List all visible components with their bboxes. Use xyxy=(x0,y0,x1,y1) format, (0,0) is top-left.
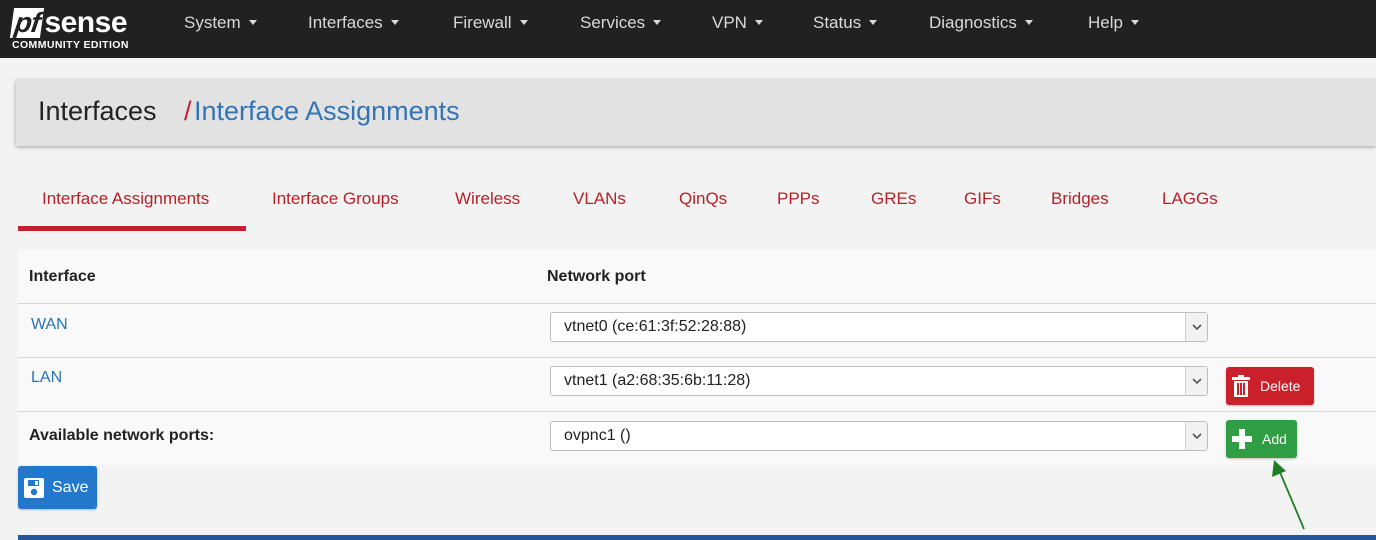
logo-pf: pf xyxy=(9,7,45,38)
select-value: vtnet1 (a2:68:35:6b:11:28) xyxy=(564,372,751,389)
page-title[interactable]: Interface Assignments xyxy=(194,96,460,127)
top-navbar: pf sense COMMUNITY EDITION System Interf… xyxy=(0,0,1376,58)
nav-label: Status xyxy=(813,13,862,32)
nav-label: VPN xyxy=(712,13,747,32)
row-divider xyxy=(18,303,1376,304)
network-port-select-available[interactable]: ovpnc1 () xyxy=(550,421,1208,451)
network-port-select-wan[interactable]: vtnet0 (ce:61:3f:52:28:88) xyxy=(550,312,1208,342)
tab-vlans[interactable]: VLANs xyxy=(573,178,626,220)
logo-edition: COMMUNITY EDITION xyxy=(12,39,129,51)
delete-label: Delete xyxy=(1260,378,1301,394)
nav-services-menu[interactable]: Services xyxy=(580,0,662,46)
nav-label: System xyxy=(184,13,241,32)
tab-gifs[interactable]: GIFs xyxy=(964,178,1001,220)
caret-down-icon xyxy=(1130,20,1139,26)
save-floppy-icon xyxy=(24,477,44,498)
plus-icon xyxy=(1232,429,1252,449)
column-header-network-port: Network port xyxy=(547,268,646,285)
caret-down-icon xyxy=(653,20,662,26)
add-label: Add xyxy=(1262,431,1287,447)
trash-icon xyxy=(1232,375,1250,397)
caret-down-icon xyxy=(1024,20,1033,26)
column-header-interface: Interface xyxy=(29,268,96,285)
available-ports-label: Available network ports: xyxy=(29,427,215,444)
nav-vpn-menu[interactable]: VPN xyxy=(712,0,763,46)
nav-firewall-menu[interactable]: Firewall xyxy=(453,0,528,46)
nav-label: Interfaces xyxy=(308,13,383,32)
chevron-down-icon xyxy=(1185,422,1207,450)
nav-help-menu[interactable]: Help xyxy=(1088,0,1139,46)
caret-down-icon xyxy=(519,20,528,26)
interface-assignments-table: Interface Network port WAN vtnet0 (ce:61… xyxy=(18,250,1376,465)
tab-interface-groups[interactable]: Interface Groups xyxy=(272,178,399,220)
row-divider xyxy=(18,357,1376,358)
tab-interface-assignments[interactable]: Interface Assignments xyxy=(42,178,209,220)
add-interface-button[interactable]: Add xyxy=(1226,420,1297,458)
interface-tabs: Interface Assignments Interface Groups W… xyxy=(18,178,1376,232)
caret-down-icon xyxy=(390,20,399,26)
logo-sense: sense xyxy=(44,6,128,39)
nav-system-menu[interactable]: System xyxy=(184,0,257,46)
interface-link-wan[interactable]: WAN xyxy=(31,316,68,334)
select-value: ovpnc1 () xyxy=(564,427,631,444)
breadcrumb-parent[interactable]: Interfaces xyxy=(38,96,157,127)
tab-gres[interactable]: GREs xyxy=(871,178,916,220)
tab-ppps[interactable]: PPPs xyxy=(777,178,820,220)
nav-label: Diagnostics xyxy=(929,13,1017,32)
nav-status-menu[interactable]: Status xyxy=(813,0,878,46)
logo-wordmark: pf sense xyxy=(9,4,128,39)
caret-down-icon xyxy=(869,20,878,26)
tab-qinqs[interactable]: QinQs xyxy=(679,178,727,220)
nav-label: Help xyxy=(1088,13,1123,32)
active-tab-indicator xyxy=(18,226,246,231)
nav-label: Firewall xyxy=(453,13,512,32)
delete-lan-button[interactable]: Delete xyxy=(1226,367,1314,405)
tab-laggs[interactable]: LAGGs xyxy=(1162,178,1218,220)
tab-wireless[interactable]: Wireless xyxy=(455,178,520,220)
interface-link-lan[interactable]: LAN xyxy=(31,369,62,387)
chevron-down-icon xyxy=(1185,367,1207,395)
save-label: Save xyxy=(52,478,89,496)
breadcrumb-separator: / xyxy=(184,96,192,126)
nav-label: Services xyxy=(580,13,646,32)
pfsense-logo[interactable]: pf sense COMMUNITY EDITION xyxy=(9,4,152,54)
network-port-select-lan[interactable]: vtnet1 (a2:68:35:6b:11:28) xyxy=(550,366,1208,396)
caret-down-icon xyxy=(248,20,257,26)
nav-interfaces-menu[interactable]: Interfaces xyxy=(308,0,399,46)
save-button[interactable]: Save xyxy=(18,466,97,509)
footer-panel-edge xyxy=(18,535,1376,540)
row-divider xyxy=(18,411,1376,412)
select-value: vtnet0 (ce:61:3f:52:28:88) xyxy=(564,318,747,335)
nav-diagnostics-menu[interactable]: Diagnostics xyxy=(929,0,1033,46)
tab-bridges[interactable]: Bridges xyxy=(1051,178,1109,220)
chevron-down-icon xyxy=(1185,313,1207,341)
annotation-arrow-icon xyxy=(1272,460,1305,530)
breadcrumb: Interfaces / Interface Assignments xyxy=(16,80,1376,146)
caret-down-icon xyxy=(754,20,763,26)
